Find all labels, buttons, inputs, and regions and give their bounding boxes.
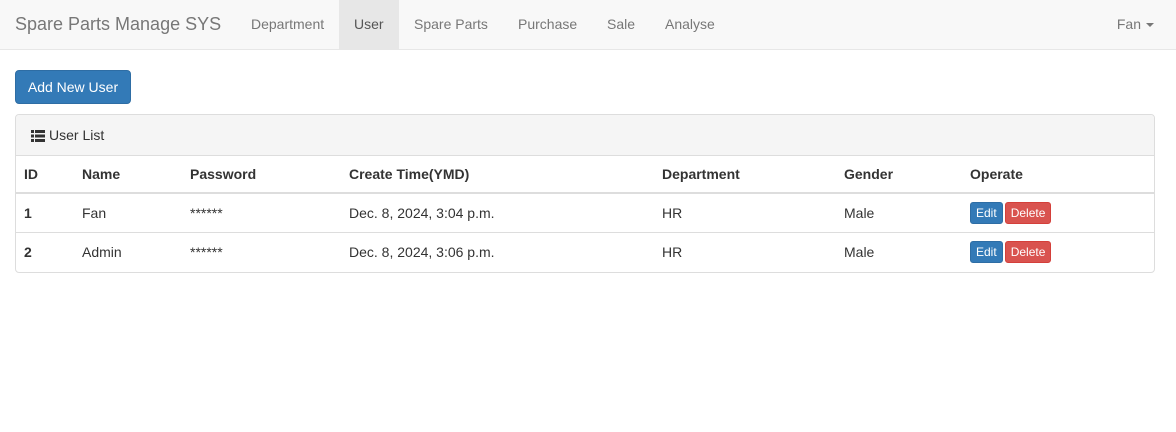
cell-create-time: Dec. 8, 2024, 3:06 p.m. — [349, 243, 495, 260]
panel-heading: User List — [16, 115, 1154, 156]
cell-password: ****** — [182, 193, 341, 233]
edit-button[interactable]: Edit — [970, 201, 1003, 224]
edit-button[interactable]: Edit — [970, 240, 1003, 263]
add-user-button[interactable]: Add New User — [15, 70, 131, 104]
table-header-row: ID Name Password Create Time(YMD) Depart… — [16, 156, 1154, 194]
cell-create-time: Dec. 8, 2024, 3:04 p.m. — [341, 193, 654, 233]
cell-gender: Male — [844, 243, 875, 260]
column-header-gender: Gender — [836, 156, 962, 194]
nav-spare-parts[interactable]: Spare Parts — [399, 0, 503, 49]
cell-operate: Edit Delete — [962, 193, 1154, 233]
column-header-password: Password — [182, 156, 341, 194]
nav-sale[interactable]: Sale — [592, 0, 650, 49]
cell-department: HR — [662, 243, 683, 260]
nav-analyse[interactable]: Analyse — [650, 0, 730, 49]
nav-purchase[interactable]: Purchase — [503, 0, 592, 49]
column-header-operate: Operate — [962, 156, 1154, 194]
app-brand[interactable]: Spare Parts Manage SYS — [15, 0, 221, 50]
caret-down-icon — [1146, 23, 1154, 28]
nav-department[interactable]: Department — [236, 0, 339, 49]
cell-name: Fan — [74, 193, 182, 233]
table-row: 1 Fan ****** Dec. 8, 2024, 3:04 p.m. HR … — [16, 193, 1154, 233]
cell-name: Admin — [82, 243, 122, 260]
cell-gender: Male — [836, 193, 962, 233]
top-navbar: Spare Parts Manage SYS Department User S… — [0, 0, 1176, 50]
table-row: 2 Admin ****** Dec. 8, 2024, 3:06 p.m. H… — [16, 232, 1154, 271]
delete-button[interactable]: Delete — [1004, 240, 1052, 263]
column-header-name: Name — [74, 156, 182, 194]
cell-operate: Edit Delete — [962, 232, 1154, 271]
cell-password: ****** — [190, 243, 223, 260]
user-dropdown[interactable]: Fan — [1117, 0, 1154, 49]
user-list-panel: User List ID Name Password Create Time(Y… — [15, 114, 1155, 273]
list-icon — [31, 117, 45, 157]
user-table: ID Name Password Create Time(YMD) Depart… — [16, 156, 1154, 271]
column-header-id: ID — [16, 156, 74, 194]
delete-button[interactable]: Delete — [1004, 201, 1052, 224]
user-name: Fan — [1116, 16, 1141, 32]
panel-title: User List — [49, 127, 105, 143]
nav-user[interactable]: User — [339, 0, 399, 49]
cell-id: 2 — [24, 243, 32, 260]
column-header-department: Department — [654, 156, 836, 194]
column-header-create-time: Create Time(YMD) — [341, 156, 654, 194]
cell-department: HR — [654, 193, 836, 233]
cell-id: 1 — [16, 193, 74, 233]
